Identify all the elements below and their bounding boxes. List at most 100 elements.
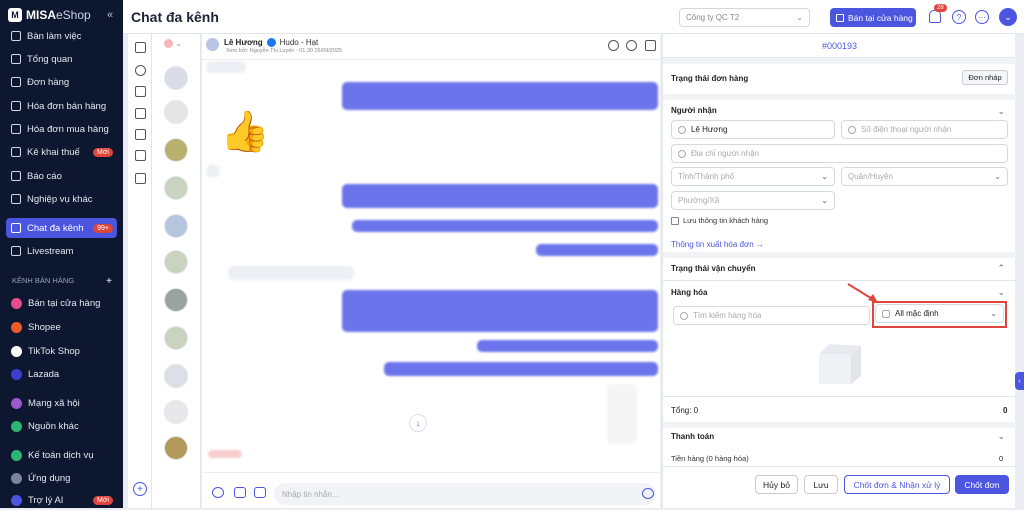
channel-shopee[interactable]: Shopee [6,317,117,337]
channel-tiktok[interactable]: TikTok Shop [6,341,117,361]
list-item[interactable] [164,436,188,460]
sidebar-item-orders[interactable]: Đơn hàng [6,72,117,92]
user-menu-button[interactable]: ⌄ [999,8,1017,26]
filter-icon[interactable] [135,42,146,53]
sidebar-item-ai[interactable]: Trợ lý AI Mới [6,490,117,510]
purchase-invoice-icon [11,124,21,134]
ward-select[interactable]: Phường/Xã ⌄ [671,191,835,210]
chevron-down-icon[interactable]: ⌄ [997,287,1005,298]
orders-icon [11,77,21,87]
sidebar-item-tax[interactable]: Kê khai thuế Mới [6,142,117,162]
avatar [206,38,219,51]
other-source-icon [11,420,22,432]
list-item[interactable] [164,66,188,90]
list-item[interactable] [164,176,188,200]
channel-social[interactable]: Mạng xã hội [6,393,117,413]
sidebar-item-purchase-invoices[interactable]: Hóa đơn mua hàng [6,119,117,139]
tag-icon[interactable] [234,487,246,498]
store-icon [836,13,844,22]
company-select[interactable]: Công ty QC T2 ⌄ [679,8,810,27]
emoji-icon[interactable] [642,488,654,499]
close-order-button[interactable]: Chốt đơn [955,475,1009,494]
invoice-info-link[interactable]: Thông tin xuất hóa đơn → [671,240,764,249]
expand-panel-handle[interactable]: ‹ [1015,372,1024,390]
help-icon[interactable]: ? [952,10,966,24]
store-sale-button[interactable]: Bán tại cửa hàng [830,8,916,27]
close-and-process-button[interactable]: Chốt đơn & Nhận xử lý [844,475,950,494]
list-item[interactable] [164,364,188,388]
save-button[interactable]: Lưu [804,475,838,494]
logo-rest: eShop [56,8,91,22]
recipient-name-field[interactable]: Lê Hương [671,120,835,139]
list-item[interactable] [164,326,188,350]
sidebar-item-livestream[interactable]: Livestream [6,241,117,261]
order-list-icon[interactable] [135,129,146,140]
province-select[interactable]: Tỉnh/Thành phố ⌄ [671,167,835,186]
pinned-filter[interactable]: ⌄ [164,39,182,49]
add-icon[interactable]: + [133,482,147,496]
new-window-icon[interactable] [645,40,656,51]
logo[interactable]: M MISAeShop [8,7,91,23]
channel-store[interactable]: Bán tại cửa hàng [6,293,117,313]
list-item[interactable] [164,250,188,274]
chat-header: Lê Hương Hudo - Hạt Xem bởi: Nguyễn Thị L… [202,34,660,60]
comment-icon[interactable] [135,86,146,97]
sidebar-item-accounting[interactable]: Kế toán dịch vụ [6,445,117,465]
goods-amount-value: 0 [999,454,1004,463]
chevron-down-icon[interactable]: ⌄ [997,106,1005,117]
channel-lazada[interactable]: Lazada [6,364,117,384]
clear-filter-icon[interactable] [135,173,146,184]
save-customer-checkbox[interactable]: Lưu thông tin khách hàng [671,216,768,225]
tag-icon[interactable] [135,150,146,161]
sidebar-item-desk[interactable]: Bàn làm việc [6,26,117,46]
store-icon [11,297,22,309]
phone-icon[interactable] [135,108,146,119]
ai-icon [11,494,22,506]
shipping-status-title: Trạng thái vận chuyển [671,264,756,273]
channel-other[interactable]: Nguồn khác [6,416,117,436]
sidebar-item-sales-invoices[interactable]: Hóa đơn bán hàng [6,96,117,116]
operations-icon [11,194,21,204]
livestream-icon [11,246,21,256]
list-item[interactable] [164,400,188,424]
comment-icon[interactable] [212,487,224,498]
list-item[interactable] [164,138,188,162]
new-badge: Mới [93,495,113,505]
list-item[interactable] [164,288,188,312]
status-badge: Đơn nháp [962,70,1008,85]
notification-count: 28 [934,4,947,12]
more-icon[interactable]: ··· [975,10,989,24]
image-icon[interactable] [254,487,266,498]
checkbox-icon [671,216,679,225]
sidebar-item-apps[interactable]: Ứng dụng [6,468,117,488]
chevron-down-icon[interactable]: ⌄ [997,431,1005,442]
list-item[interactable] [164,214,188,238]
lazada-icon [11,368,22,380]
add-channel-button[interactable]: + [106,276,112,287]
message-bubble [352,220,658,232]
phone-field[interactable]: Số điện thoại người nhận [841,120,1008,139]
sidebar-item-other-ops[interactable]: Nghiệp vụ khác [6,189,117,209]
cancel-button[interactable]: Hủy bỏ [755,475,798,494]
sidebar-item-overview[interactable]: Tổng quan [6,49,117,69]
chevron-up-icon[interactable]: ⌃ [997,263,1005,274]
sidebar-item-reports[interactable]: Báo cáo [6,166,117,186]
thumbs-up-icon: 👍 [220,110,270,154]
list-item[interactable] [164,100,188,124]
collapse-sidebar-button[interactable]: « [107,9,113,21]
search-icon[interactable] [626,40,637,51]
search-goods-input[interactable]: Tìm kiếm hàng hóa [673,306,870,325]
message-input[interactable]: Nhập tin nhắn... [274,483,656,505]
messenger-icon[interactable] [135,65,146,76]
district-select[interactable]: Quận/Huyện ⌄ [841,167,1008,186]
refresh-icon[interactable] [608,40,619,51]
address-field[interactable]: Địa chỉ người nhận [671,144,1008,163]
sidebar: M MISAeShop « Bàn làm việc Tổng quan Đơn… [0,0,123,508]
sidebar-item-multichannel-chat[interactable]: Chat đa kênh 99+ [6,218,117,238]
message-bubble [477,340,658,352]
empty-box-icon [819,344,861,384]
message-bubble [206,61,246,73]
scroll-down-button[interactable]: ↓ [409,414,427,432]
seen-by: Xem bởi: Nguyễn Thị Luyến - 01:30 26/09/… [226,48,343,54]
customer-name[interactable]: Lê Hương [224,38,263,47]
